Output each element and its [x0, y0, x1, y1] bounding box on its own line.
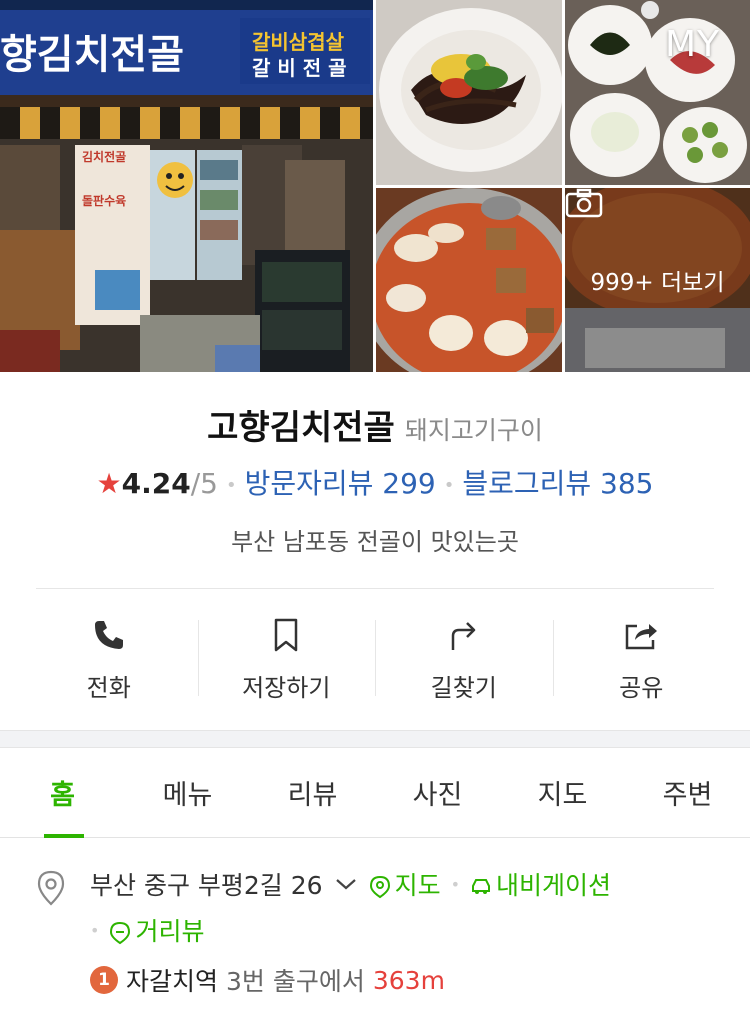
door-text-1: 김치전골	[82, 150, 127, 164]
more-photos-overlay: 999+ 더보기	[565, 188, 750, 372]
side-dishes-illustration	[565, 0, 750, 185]
save-label: 저장하기	[242, 674, 331, 702]
food-photo-stew[interactable]	[376, 188, 562, 372]
rating-max: /5	[190, 467, 218, 500]
station-exit: 3번 출구에서	[226, 967, 365, 996]
directions-label: 길찾기	[430, 674, 497, 702]
share-button[interactable]: 공유	[552, 608, 731, 708]
station-name: 자갈치역	[126, 967, 219, 996]
share-label: 공유	[619, 674, 664, 702]
directions-icon	[451, 622, 475, 650]
directions-button[interactable]: 길찾기	[375, 608, 553, 708]
camera-icon	[565, 188, 603, 218]
subway-line-badge: 1	[90, 966, 118, 994]
place-tagline: 부산 남포동 전골이 맛있는곳	[231, 528, 519, 556]
sign-right-text-2: 갈 비 전 골	[252, 56, 347, 80]
storefront-photo[interactable]: 향김치전골 갈비삼겹살 갈 비 전 골 김치전골 돌판수육	[0, 0, 373, 372]
action-bar: 전화 저장하기 길찾기 공유	[20, 608, 730, 708]
tab-photos[interactable]: 사진	[375, 748, 500, 837]
navigation-link[interactable]: 내비게이션	[470, 866, 611, 902]
chevron-down-icon[interactable]	[335, 877, 357, 891]
street-view-link[interactable]: 거리뷰	[109, 912, 204, 948]
map-link[interactable]: 지도	[369, 866, 441, 902]
address-text[interactable]: 부산 중구 부평2길 26	[90, 866, 323, 902]
tab-bar: 홈 메뉴 리뷰 사진 지도 주변	[0, 748, 750, 838]
noodle-dish-illustration	[376, 0, 562, 185]
tab-nearby[interactable]: 주변	[625, 748, 750, 837]
section-gap	[0, 730, 750, 748]
tab-menu[interactable]: 메뉴	[125, 748, 250, 837]
door-text-2: 돌판수육	[82, 194, 127, 208]
blog-reviews-link[interactable]: 블로그리뷰 385	[462, 467, 653, 500]
separator-dot: •	[90, 920, 100, 940]
place-title-row: 고향김치전골 돼지고기구이	[0, 400, 750, 449]
food-photo-side-dishes[interactable]: MY	[565, 0, 750, 185]
sign-left-text: 향김치전골	[0, 32, 184, 78]
rating-row: ★4.24/5 • 방문자리뷰 299 • 블로그리뷰 385	[0, 462, 750, 502]
address-line: 부산 중구 부평2길 26 지도 • 내비게이션	[90, 866, 611, 902]
navigation-link-label: 내비게이션	[496, 871, 612, 900]
tab-home[interactable]: 홈	[0, 748, 125, 838]
location-pin-icon	[37, 870, 65, 906]
call-button[interactable]: 전화	[20, 608, 198, 708]
call-label: 전화	[86, 674, 131, 702]
divider	[36, 588, 714, 589]
separator-dot: •	[443, 474, 455, 496]
more-photos-tile[interactable]: 999+ 더보기	[565, 188, 750, 372]
bookmark-icon	[275, 618, 298, 652]
street-view-icon	[110, 921, 131, 945]
separator-dot: •	[450, 874, 461, 894]
visitor-reviews-link[interactable]: 방문자리뷰 299	[245, 467, 436, 500]
map-pin-icon	[369, 875, 390, 899]
food-photo-noodles[interactable]	[376, 0, 562, 185]
share-icon	[626, 624, 658, 650]
station-distance: 363m	[372, 965, 445, 995]
street-view-label: 거리뷰	[135, 917, 205, 946]
rating-score: 4.24	[121, 467, 191, 500]
street-view-line: • 거리뷰	[90, 912, 204, 948]
stew-illustration	[376, 188, 562, 372]
place-name: 고향김치전골	[207, 408, 395, 448]
photo-grid: 향김치전골 갈비삼겹살 갈 비 전 골 김치전골 돌판수육 MY 999+ 더보…	[0, 0, 750, 372]
save-button[interactable]: 저장하기	[197, 608, 376, 708]
separator-dot: •	[225, 474, 237, 496]
star-icon: ★	[96, 467, 122, 500]
tab-reviews[interactable]: 리뷰	[250, 748, 375, 837]
place-category: 돼지고기구이	[404, 416, 543, 445]
subway-line: 1 자갈치역 3번 출구에서 363m	[90, 962, 445, 998]
sign-right-text-1: 갈비삼겹살	[252, 30, 344, 54]
more-photos-label: 999+ 더보기	[590, 270, 725, 296]
tab-map[interactable]: 지도	[500, 748, 625, 837]
map-link-label: 지도	[394, 871, 441, 900]
my-badge: MY	[664, 24, 720, 65]
car-icon	[472, 879, 491, 894]
phone-icon	[94, 621, 123, 649]
